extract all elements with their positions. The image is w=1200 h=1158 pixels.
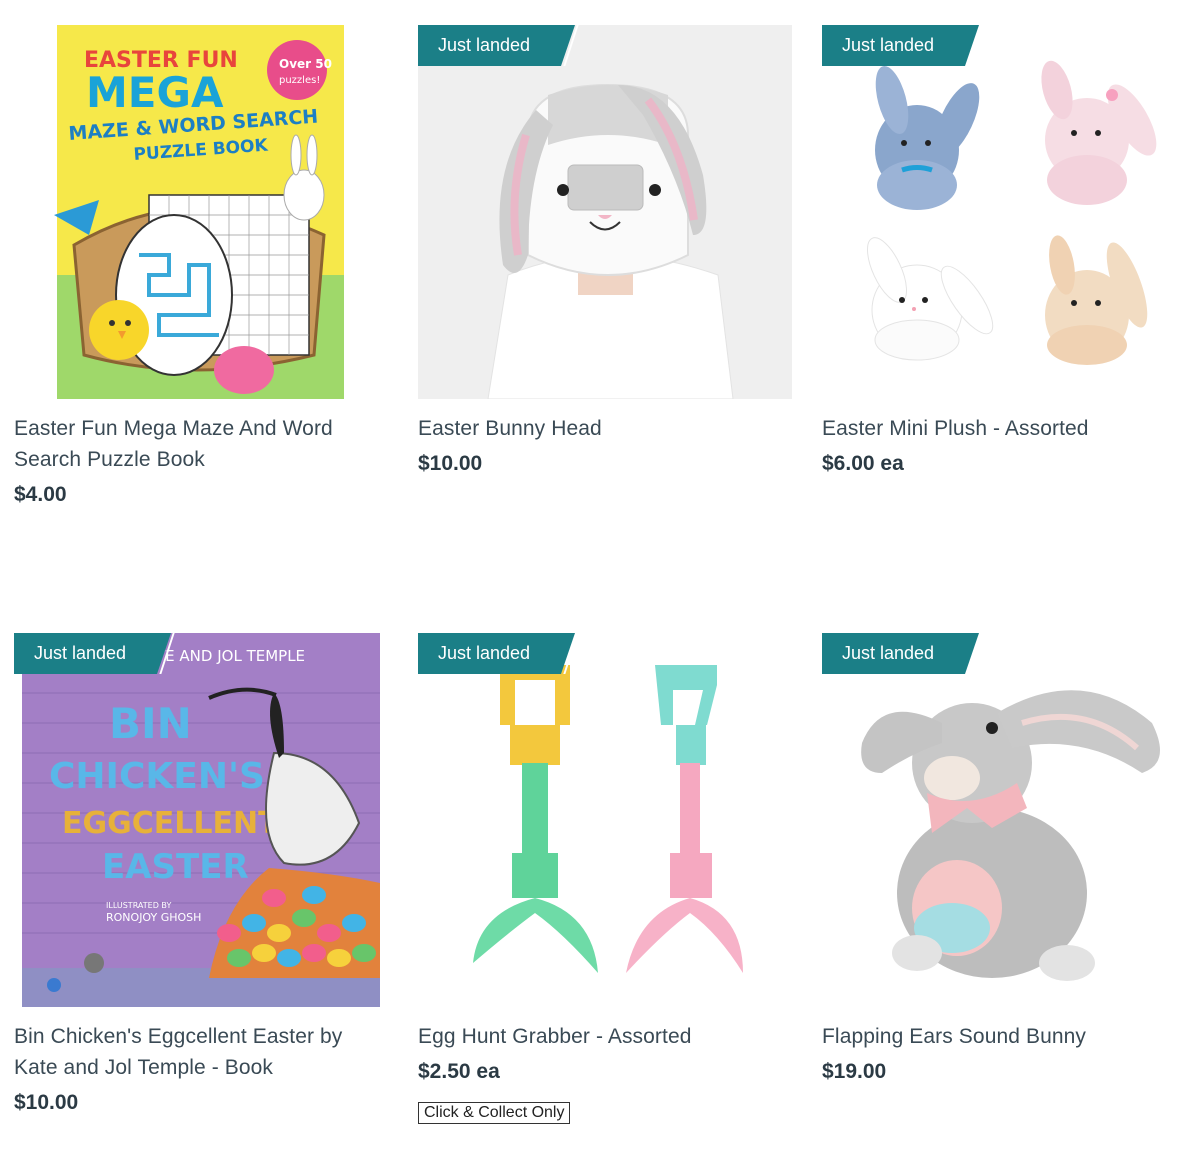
cover-burst-top: Over 50 bbox=[279, 57, 332, 71]
just-landed-badge: Just landed bbox=[822, 25, 979, 66]
cover-burst-bottom: puzzles! bbox=[279, 75, 320, 86]
cover-illustrator: RONOJOY GHOSH bbox=[106, 911, 201, 924]
egg-hunt-grabbers-image bbox=[473, 665, 743, 973]
bunny-head-costume-image bbox=[418, 25, 792, 399]
just-landed-badge: Just landed bbox=[14, 633, 171, 674]
product-card[interactable]: Just landed TE AND JOL TEMPLE BIN CHICKE… bbox=[14, 633, 394, 1115]
product-grid: EASTER FUN MEGA MAZE & WORD SEARCH PUZZL… bbox=[0, 0, 1200, 1158]
product-title[interactable]: Bin Chicken's Eggcellent Easter by Kate … bbox=[14, 1021, 374, 1083]
product-price: $10.00 bbox=[14, 1091, 79, 1114]
just-landed-badge: Just landed bbox=[418, 633, 575, 674]
product-image[interactable]: EASTER FUN MEGA MAZE & WORD SEARCH PUZZL… bbox=[14, 25, 388, 399]
cover-line-2: MEGA bbox=[86, 68, 224, 117]
product-card[interactable]: Just landed Egg Hunt Grabber - Assorted … bbox=[418, 633, 798, 1124]
product-title[interactable]: Egg Hunt Grabber - Assorted bbox=[418, 1021, 778, 1052]
just-landed-badge: Just landed bbox=[822, 633, 979, 674]
product-title[interactable]: Easter Bunny Head bbox=[418, 413, 778, 444]
product-image[interactable]: Just landed bbox=[822, 633, 1196, 1007]
cover-line-3: EGGCELLENT bbox=[62, 806, 279, 841]
product-card[interactable]: EASTER FUN MEGA MAZE & WORD SEARCH PUZZL… bbox=[14, 25, 394, 507]
product-price: $4.00 bbox=[14, 483, 67, 506]
product-image[interactable]: Just landed bbox=[418, 25, 792, 399]
grey-plush-bunny-image bbox=[861, 690, 1160, 981]
cover-line-4: EASTER bbox=[102, 847, 249, 887]
product-price: $2.50 ea bbox=[418, 1060, 500, 1083]
product-price: $19.00 bbox=[822, 1060, 887, 1083]
puzzle-book-cover-image: EASTER FUN MEGA MAZE & WORD SEARCH PUZZL… bbox=[54, 25, 344, 399]
just-landed-badge: Just landed bbox=[418, 25, 575, 66]
product-title[interactable]: Flapping Ears Sound Bunny bbox=[822, 1021, 1182, 1052]
bin-chicken-book-cover-image: TE AND JOL TEMPLE BIN CHICKEN'S EGGCELLE… bbox=[22, 633, 380, 1007]
product-price: $10.00 bbox=[418, 452, 483, 475]
click-and-collect-button[interactable]: Click & Collect Only bbox=[418, 1102, 571, 1124]
product-image[interactable]: Just landed bbox=[418, 633, 792, 1007]
cover-line-1: BIN bbox=[109, 699, 192, 748]
cover-illustrator-label: ILLUSTRATED BY bbox=[106, 901, 171, 910]
product-price: $6.00 ea bbox=[822, 452, 904, 475]
product-image[interactable]: Just landed bbox=[822, 25, 1196, 399]
cover-authors: TE AND JOL TEMPLE bbox=[155, 647, 305, 665]
cover-line-2: CHICKEN'S bbox=[49, 756, 265, 797]
product-card[interactable]: Just landed Flapping Ears Sound Bunny $1… bbox=[822, 633, 1200, 1084]
product-title[interactable]: Easter Mini Plush - Assorted bbox=[822, 413, 1182, 444]
product-title[interactable]: Easter Fun Mega Maze And Word Search Puz… bbox=[14, 413, 374, 475]
mini-plush-bunnies-image bbox=[867, 60, 1157, 365]
product-image[interactable]: Just landed TE AND JOL TEMPLE BIN CHICKE… bbox=[14, 633, 380, 1007]
product-card[interactable]: Just landed Easter Bunny Head $10.00 bbox=[418, 25, 798, 476]
product-card[interactable]: Just landed Easter Mini Plush - Assorted… bbox=[822, 25, 1200, 476]
